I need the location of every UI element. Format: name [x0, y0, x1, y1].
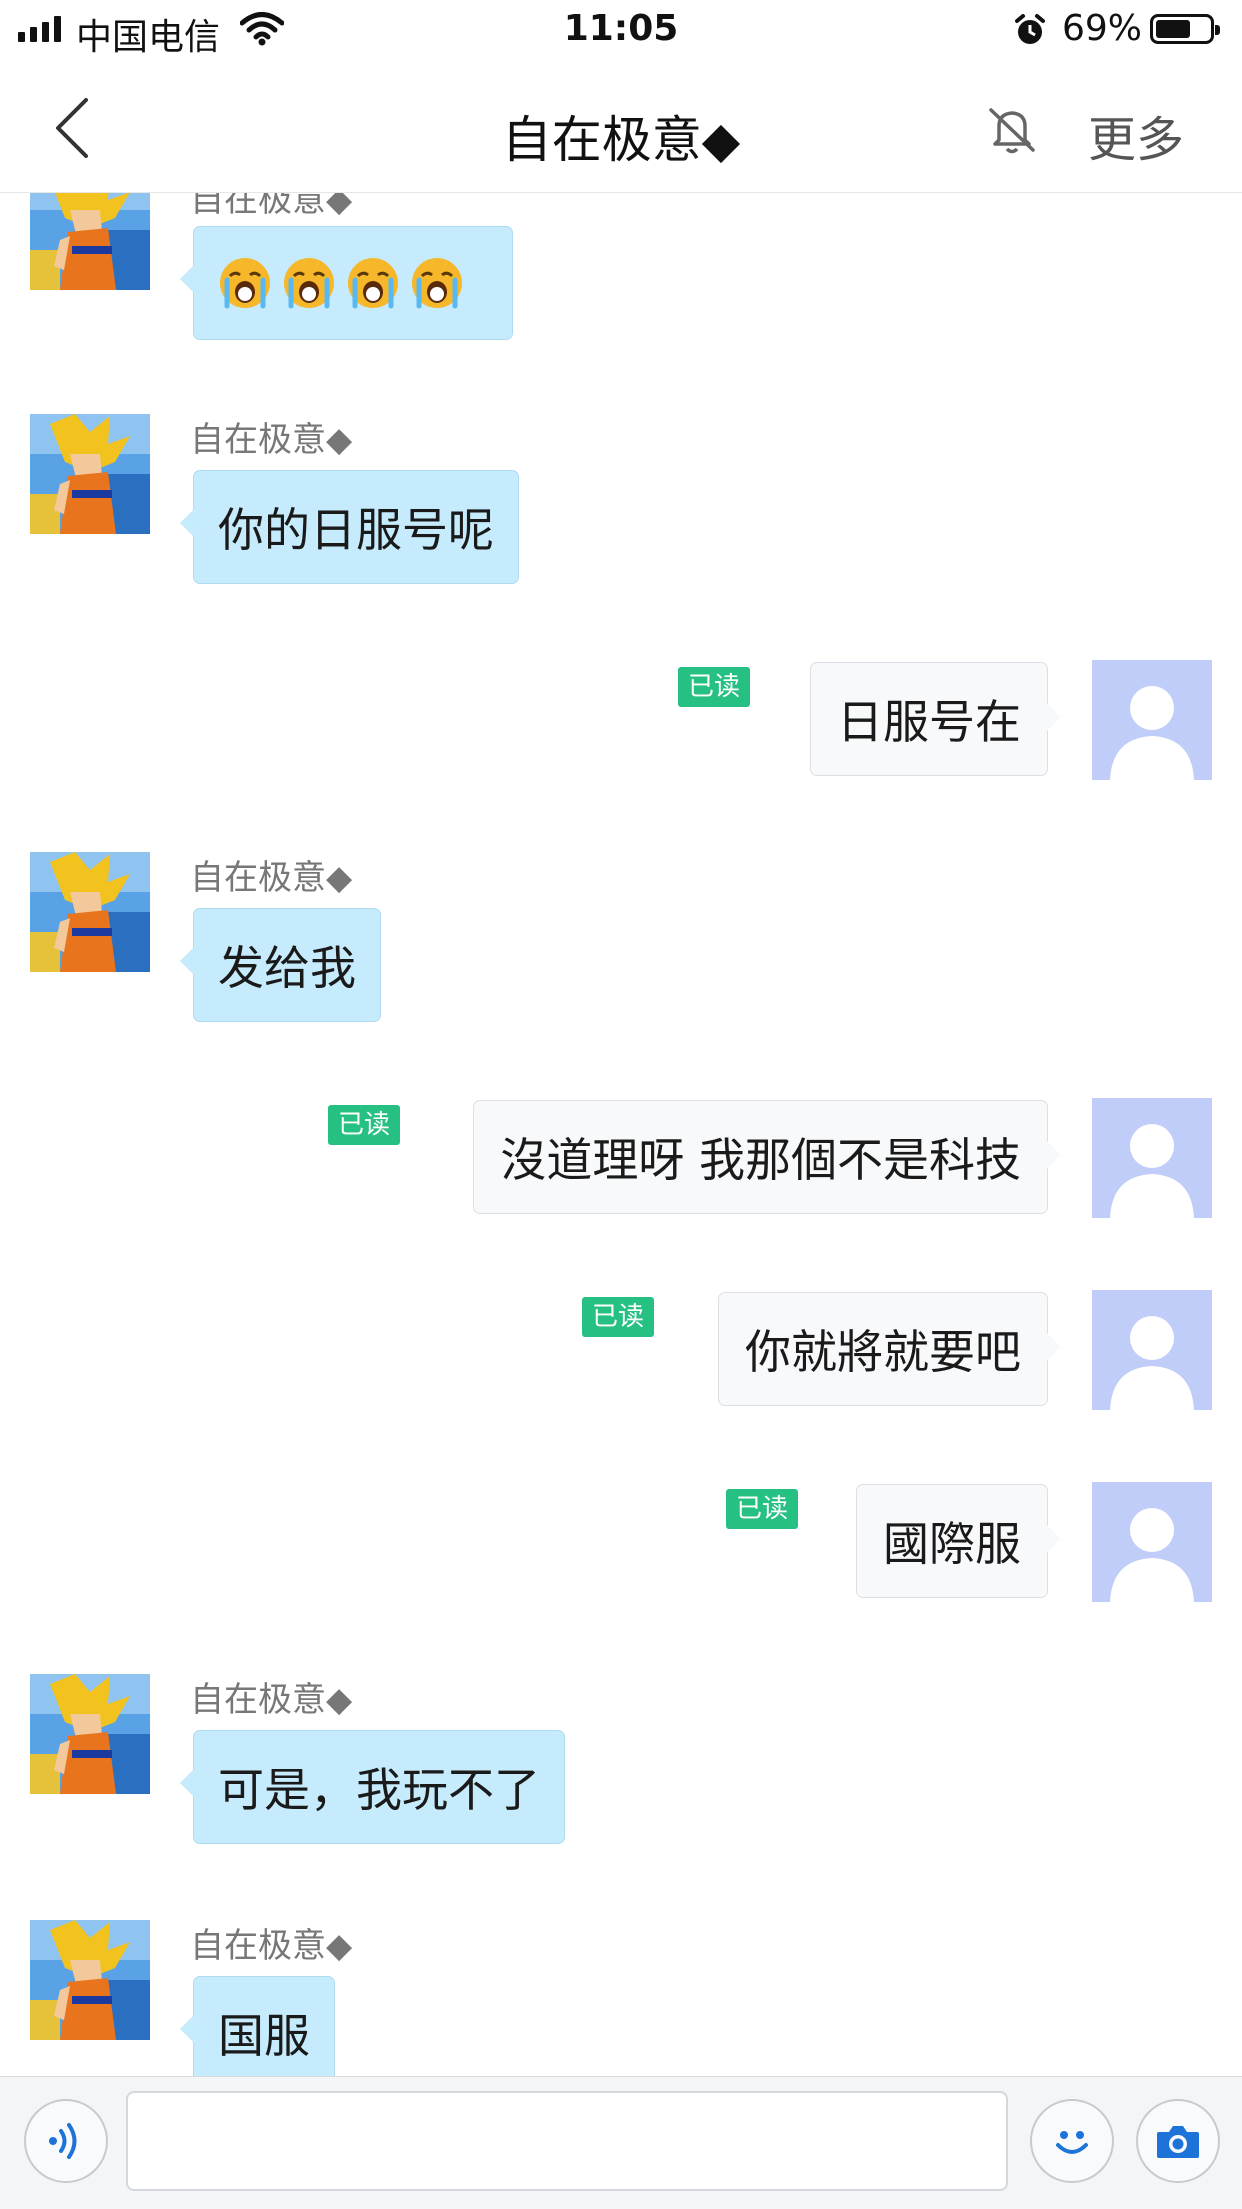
crying-face-icon [282, 256, 336, 310]
message-input[interactable] [126, 2091, 1008, 2191]
outgoing-message[interactable]: 沒道理呀 我那個不是科技 [473, 1100, 1061, 1214]
voice-button[interactable] [24, 2099, 108, 2183]
chat-header: 自在极意◆ 更多 [0, 62, 1242, 193]
incoming-message[interactable]: 发给我 [180, 908, 381, 1022]
battery-percent: 69% [1062, 8, 1143, 49]
user-avatar[interactable] [1092, 1290, 1212, 1410]
camera-button[interactable] [1136, 2099, 1220, 2183]
contact-avatar[interactable] [30, 1674, 150, 1794]
crying-face-icon [218, 256, 272, 310]
read-receipt-badge: 已读 [726, 1489, 799, 1529]
more-button[interactable]: 更多 [1088, 100, 1184, 170]
battery-icon [1150, 14, 1220, 44]
status-time: 11:05 [563, 8, 679, 49]
sender-name: 自在极意◆ [190, 1680, 353, 1720]
incoming-message[interactable] [180, 226, 513, 340]
camera-icon [1157, 2126, 1199, 2158]
chat-title: 自在极意◆ [501, 111, 741, 169]
read-receipt-badge: 已读 [328, 1105, 401, 1145]
user-avatar[interactable] [1092, 660, 1212, 780]
emoji-button[interactable] [1030, 2099, 1114, 2183]
read-receipt-badge: 已读 [582, 1297, 655, 1337]
sender-name: 自在极意◆ [190, 1926, 353, 1966]
outgoing-message[interactable]: 日服号在 [810, 662, 1061, 776]
incoming-message[interactable]: 你的日服号呢 [180, 470, 519, 584]
sender-name: 自在极意◆ [190, 420, 353, 460]
crying-face-icon [346, 256, 400, 310]
read-receipt-badge: 已读 [678, 667, 751, 707]
sender-name: 自在极意◆ [190, 858, 353, 898]
smiley-icon [1056, 2131, 1088, 2154]
contact-avatar[interactable] [30, 414, 150, 534]
user-avatar[interactable] [1092, 1482, 1212, 1602]
crying-face-icon [410, 256, 464, 310]
contact-avatar[interactable] [30, 852, 150, 972]
incoming-message[interactable]: 可是，我玩不了 [180, 1730, 565, 1844]
bell-off-icon[interactable] [985, 102, 1039, 160]
status-bar: 中国电信 11:05 69% [0, 0, 1242, 62]
outgoing-message[interactable]: 你就將就要吧 [718, 1292, 1061, 1406]
contact-avatar[interactable] [30, 1920, 150, 2040]
user-avatar[interactable] [1092, 1098, 1212, 1218]
alarm-icon [1013, 13, 1047, 51]
incoming-message[interactable]: 国服 [180, 1976, 335, 2090]
outgoing-message[interactable]: 國際服 [856, 1484, 1061, 1598]
voice-icon [49, 2123, 77, 2159]
input-bar [0, 2076, 1242, 2209]
